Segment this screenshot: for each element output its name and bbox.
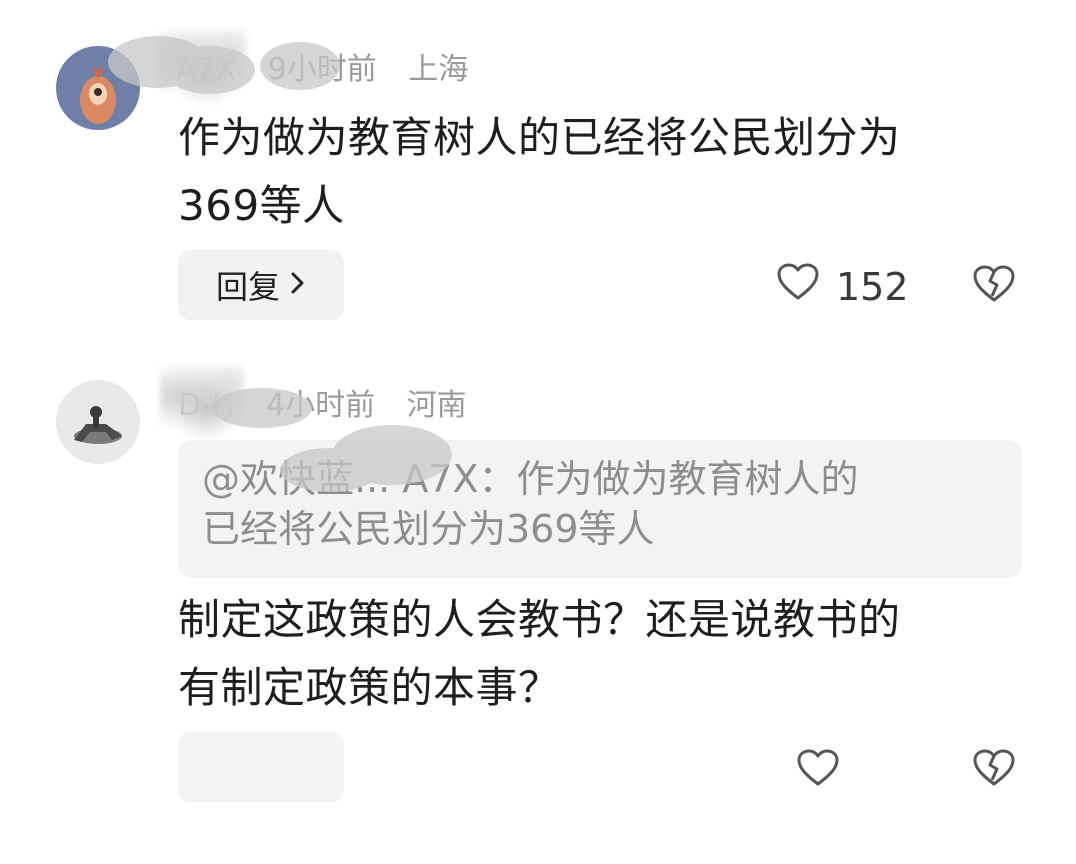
comment-text-line: 369等人 (178, 181, 345, 230)
avatar[interactable] (56, 380, 140, 464)
quoted-comment[interactable]: @欢快蓝... A7X：作为做为教育树人的 已经将公民划分为369等人 (178, 440, 1022, 578)
reply-button[interactable] (178, 732, 344, 802)
comment-1: A7X 9小时前 上海 作为做为教育树人的已经将公民划分为 369等人 回复 1… (0, 0, 1076, 340)
reply-label: 回复 (215, 268, 280, 306)
heart-outline-icon[interactable] (796, 748, 840, 792)
like-count: 152 (836, 264, 909, 309)
reply-button[interactable]: 回复 (178, 250, 344, 320)
username[interactable]: A7X (176, 50, 236, 90)
heart-outline-icon[interactable] (776, 262, 820, 311)
comment-text-line: 有制定政策的本事？ (178, 663, 561, 712)
comment-meta: A7X 9小时前 上海 (176, 50, 490, 90)
broken-heart-icon[interactable] (972, 264, 1016, 308)
comment-meta: D-H 4小时前 河南 (178, 386, 489, 426)
broken-heart-icon[interactable] (972, 748, 1016, 792)
username[interactable]: D-H (178, 386, 234, 426)
quoted-text-line: 已经将公民划分为369等人 (202, 507, 655, 551)
location: 河南 (406, 388, 467, 423)
comment-text: 作为做为教育树人的已经将公民划分为 369等人 (178, 104, 901, 240)
timestamp: 4小时前 (266, 388, 376, 423)
comment-text: 制定这政策的人会教书？还是说教书的 有制定政策的本事？ (178, 586, 901, 722)
location: 上海 (408, 52, 469, 87)
comment-text-line: 制定这政策的人会教书？还是说教书的 (178, 595, 901, 644)
comment-text-line: 作为做为教育树人的已经将公民划分为 (178, 113, 901, 162)
avatar[interactable] (56, 46, 140, 130)
chevron-right-icon (290, 268, 306, 303)
timestamp: 9小时前 (267, 52, 377, 87)
comment-2: D-H 4小时前 河南 @欢快蓝... A7X：作为做为教育树人的 已经将公民划… (0, 360, 1076, 840)
quoted-text-line: @欢快蓝... A7X：作为做为教育树人的 (202, 457, 859, 501)
like-group: 152 (776, 262, 909, 311)
